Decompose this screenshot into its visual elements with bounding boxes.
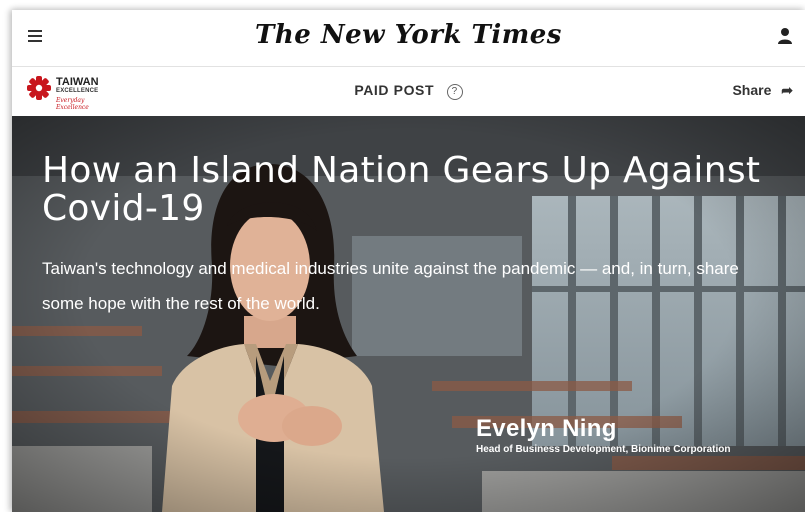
question-circle-icon[interactable]: ? xyxy=(446,84,463,100)
user-icon[interactable] xyxy=(777,27,793,45)
paid-post-bar: TAIWAN EXCELLENCE Everyday Excellence PA… xyxy=(12,67,805,115)
share-label: Share xyxy=(732,82,772,98)
hero-video[interactable]: How an Island Nation Gears Up Against Co… xyxy=(12,116,805,512)
browser-frame: The New York Times TAIWAN EXCELLENCE Eve… xyxy=(12,10,805,512)
article-headline: How an Island Nation Gears Up Against Co… xyxy=(42,150,761,229)
share-arrow-icon: ➦ xyxy=(781,82,793,98)
paid-post-label-group: PAID POST ? xyxy=(12,82,805,100)
share-button[interactable]: Share ➦ xyxy=(732,82,793,99)
paid-post-label: PAID POST xyxy=(354,82,435,98)
top-nav-bar: The New York Times xyxy=(12,10,805,67)
article-dek: Taiwan's technology and medical industri… xyxy=(42,259,739,313)
nyt-masthead-logo[interactable]: The New York Times xyxy=(12,20,805,50)
speaker-title: Head of Business Development, Bionime Co… xyxy=(476,444,731,455)
speaker-name: Evelyn Ning xyxy=(476,415,617,442)
speaker-lower-third: Evelyn Ning Head of Business Development… xyxy=(476,415,731,456)
